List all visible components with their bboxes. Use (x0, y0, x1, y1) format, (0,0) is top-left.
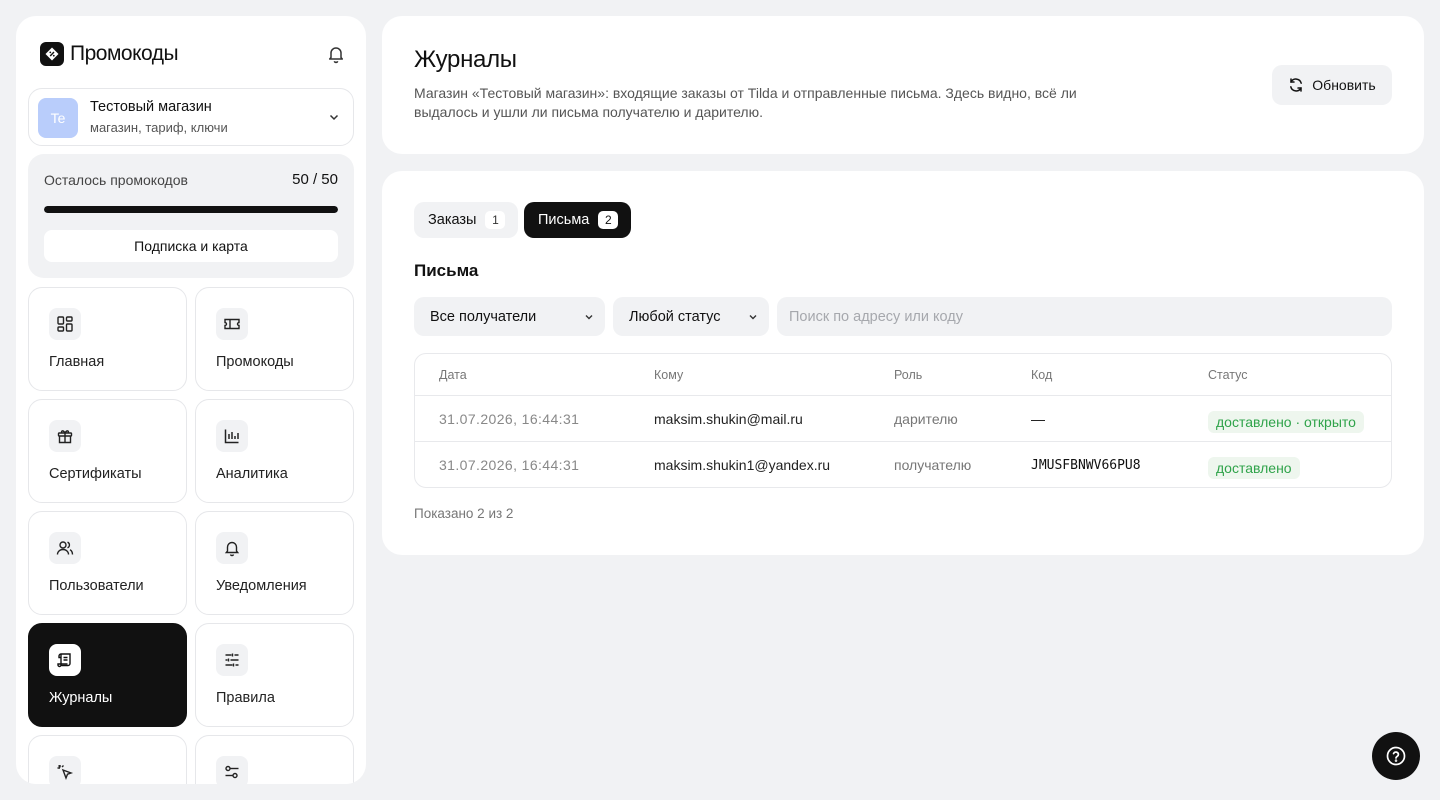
column-header-status[interactable]: Статус (1208, 368, 1248, 382)
tab-label: Заказы (428, 212, 477, 228)
cell-role: получателю (894, 457, 972, 473)
nav-item-home[interactable]: Главная (28, 287, 187, 391)
quota-label: Осталось промокодов (44, 172, 188, 188)
brand-name: Промокоды (70, 42, 179, 65)
brand[interactable]: Промокоды (40, 42, 179, 66)
tab-count-badge: 1 (485, 211, 506, 229)
ticket-icon (216, 308, 248, 340)
gift-icon (49, 420, 81, 452)
shop-selector[interactable]: Te Тестовый магазин магазин, тариф, ключ… (28, 88, 354, 146)
search-input[interactable] (777, 297, 1392, 336)
table-header: Дата Кому Роль Код Статус (415, 354, 1391, 396)
nav-item-actions[interactable] (28, 735, 187, 784)
nav-item-label: Аналитика (216, 466, 288, 482)
cell-role: дарителю (894, 411, 958, 427)
results-count: Показано 2 из 2 (414, 506, 514, 521)
bar-chart-icon (216, 420, 248, 452)
cell-to: maksim.shukin1@yandex.ru (654, 457, 831, 473)
nav-item-promocodes[interactable]: Промокоды (195, 287, 354, 391)
cell-code[interactable]: JMUSFBNWV66PU8 (1031, 458, 1141, 473)
scroll-icon (49, 644, 81, 676)
brand-logo-icon (40, 42, 64, 66)
recipient-filter-value: Все получатели (430, 308, 537, 325)
page-title: Журналы (414, 46, 517, 73)
nav-item-notifications[interactable]: Уведомления (195, 511, 354, 615)
nav-item-label: Правила (216, 690, 275, 706)
question-circle-icon (1385, 745, 1407, 767)
subscription-button[interactable]: Подписка и карта (44, 230, 338, 262)
refresh-label: Обновить (1312, 77, 1376, 93)
recipient-filter-select[interactable]: Все получатели (414, 297, 605, 336)
status-badge: доставлено · открыто (1208, 411, 1364, 433)
status-badge: доставлено (1208, 457, 1300, 479)
cell-date: 31.07.2026, 16:44:31 (439, 411, 580, 427)
section-title: Письма (414, 261, 479, 280)
column-header-role[interactable]: Роль (894, 368, 922, 382)
quota-progress-bar (44, 206, 338, 213)
tab-count-badge: 2 (598, 211, 619, 229)
nav-item-label: Уведомления (216, 578, 307, 594)
cell-to: maksim.shukin@mail.ru (654, 411, 803, 427)
column-header-to[interactable]: Кому (654, 368, 683, 382)
shop-subtitle: магазин, тариф, ключи (90, 120, 228, 135)
nav-item-settings[interactable] (195, 735, 354, 784)
chevron-down-icon (747, 311, 759, 323)
nav-item-journals[interactable]: Журналы (28, 623, 187, 727)
settings-icon (216, 756, 248, 784)
cell-date: 31.07.2026, 16:44:31 (439, 457, 580, 473)
cell-code: — (1031, 411, 1045, 427)
column-header-date[interactable]: Дата (439, 368, 467, 382)
refresh-icon (1288, 77, 1304, 93)
nav-item-label: Журналы (49, 690, 113, 706)
page-header: Журналы Магазин «Тестовый магазин»: вход… (382, 16, 1424, 154)
table-row[interactable]: 31.07.2026, 16:44:31 maksim.shukin@mail.… (415, 396, 1391, 442)
nav-item-rules[interactable]: Правила (195, 623, 354, 727)
logs-panel: Заказы 1 Письма 2 Письма Все получатели … (382, 171, 1424, 555)
table-row[interactable]: 31.07.2026, 16:44:31 maksim.shukin1@yand… (415, 442, 1391, 487)
letters-table: Дата Кому Роль Код Статус 31.07.2026, 16… (414, 353, 1392, 488)
status-filter-value: Любой статус (629, 308, 721, 325)
sliders-icon (216, 644, 248, 676)
tab-orders[interactable]: Заказы 1 (414, 202, 518, 238)
refresh-button[interactable]: Обновить (1272, 65, 1392, 105)
users-icon (49, 532, 81, 564)
nav-item-label: Главная (49, 354, 105, 370)
sidebar: Промокоды Te Тестовый магазин магазин, т… (16, 16, 366, 784)
status-filter-select[interactable]: Любой статус (613, 297, 769, 336)
nav-item-users[interactable]: Пользователи (28, 511, 187, 615)
promo-quota: Осталось промокодов 50 / 50 Подписка и к… (28, 154, 354, 278)
cursor-click-icon (49, 756, 81, 784)
dashboard-icon (49, 308, 81, 340)
notifications-bell-icon[interactable] (326, 44, 346, 64)
column-header-code[interactable]: Код (1031, 368, 1052, 382)
page-description: Магазин «Тестовый магазин»: входящие зак… (414, 85, 1077, 120)
nav-item-label: Пользователи (49, 578, 144, 594)
shop-avatar: Te (38, 98, 78, 138)
shop-name: Тестовый магазин (90, 99, 212, 115)
nav-item-label: Промокоды (216, 354, 294, 370)
help-button[interactable] (1372, 732, 1420, 780)
nav-item-analytics[interactable]: Аналитика (195, 399, 354, 503)
quota-progress-fill (44, 206, 338, 213)
tab-letters[interactable]: Письма 2 (524, 202, 631, 238)
chevron-down-icon (327, 110, 341, 124)
bell-icon (216, 532, 248, 564)
tab-label: Письма (538, 212, 590, 228)
quota-value: 50 / 50 (292, 171, 338, 188)
nav-item-certificates[interactable]: Сертификаты (28, 399, 187, 503)
chevron-down-icon (583, 311, 595, 323)
nav-item-label: Сертификаты (49, 466, 142, 482)
